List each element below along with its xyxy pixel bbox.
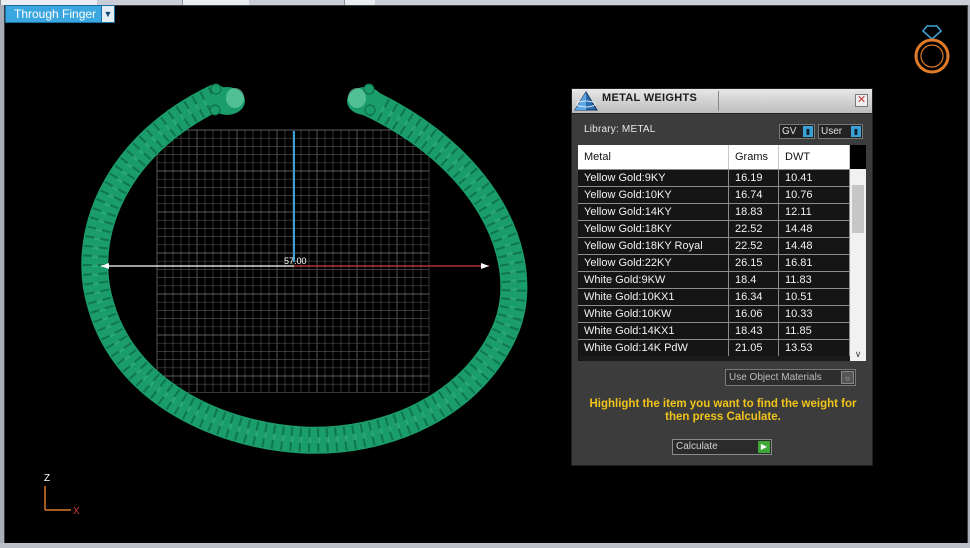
cell-metal: White Gold:9KW <box>578 272 729 288</box>
cell-dwt: 13.53 <box>779 340 850 356</box>
view-mode-label: Through Finger <box>14 7 97 21</box>
table-row[interactable]: Yellow Gold:14KY 18.83 12.11 <box>578 203 850 220</box>
scroll-down-arrow-icon[interactable]: ∨ <box>850 347 866 361</box>
chevron-down-icon[interactable]: ▼ <box>101 6 114 22</box>
cell-grams: 18.4 <box>729 272 779 288</box>
pyramid-logo-icon <box>574 91 598 111</box>
cell-metal: Yellow Gold:14KY <box>578 204 729 220</box>
dimension-label: 57.00 <box>284 256 307 266</box>
z-axis-label: Z <box>44 473 50 484</box>
table-row[interactable]: Yellow Gold:10KY 16.74 10.76 <box>578 186 850 203</box>
cell-grams: 22.52 <box>729 221 779 237</box>
dimension-arrow-right <box>481 263 489 269</box>
cell-metal: Yellow Gold:10KY <box>578 187 729 203</box>
table-row[interactable]: Yellow Gold:18KY Royal 22.52 14.48 <box>578 237 850 254</box>
toggle-switch-icon: ▮ <box>803 126 813 137</box>
metal-weights-table[interactable]: Metal Grams DWT Yellow Gold:9KY 16.19 10.4… <box>578 145 866 361</box>
panel-titlebar[interactable]: METAL WEIGHTS ✕ <box>572 89 872 114</box>
library-label: Library: METAL <box>584 124 656 135</box>
cell-metal: White Gold:14K PdW <box>578 340 729 356</box>
column-header-metal[interactable]: Metal <box>578 145 729 169</box>
user-toggle[interactable]: User ▮ <box>818 124 863 139</box>
cell-dwt: 14.48 <box>779 238 850 254</box>
bangle-end-cap-left <box>209 83 245 116</box>
cell-dwt: 10.33 <box>779 306 850 322</box>
cell-metal: White Gold:10KX1 <box>578 289 729 305</box>
close-icon[interactable]: ✕ <box>855 94 868 107</box>
cell-dwt: 10.76 <box>779 187 850 203</box>
cell-dwt: 12.11 <box>779 204 850 220</box>
cell-metal: Yellow Gold:18KY <box>578 221 729 237</box>
cell-metal: Yellow Gold:22KY <box>578 255 729 271</box>
cell-grams: 18.43 <box>729 323 779 339</box>
table-row[interactable]: White Gold:10KX1 16.34 10.51 <box>578 288 850 305</box>
cell-grams: 16.19 <box>729 170 779 186</box>
calculate-button[interactable]: Calculate ▶ <box>672 439 772 455</box>
table-body: Yellow Gold:9KY 16.19 10.41 Yellow Gold:10K… <box>578 169 850 356</box>
cell-dwt: 16.81 <box>779 255 850 271</box>
gv-toggle-label: GV <box>782 126 797 137</box>
panel-title: METAL WEIGHTS <box>602 92 698 104</box>
metal-weights-panel: METAL WEIGHTS ✕ Library: METAL GV ▮ User… <box>571 88 873 466</box>
cell-dwt: 10.51 <box>779 289 850 305</box>
table-row[interactable]: White Gold:9KW 18.4 11.83 <box>578 271 850 288</box>
user-toggle-label: User <box>821 126 843 137</box>
scrollbar-thumb[interactable] <box>852 185 864 233</box>
view-mode-dropdown[interactable]: Through Finger ▼ <box>5 5 115 23</box>
cell-metal: White Gold:14KX1 <box>578 323 729 339</box>
cell-dwt: 14.48 <box>779 221 850 237</box>
table-row[interactable]: White Gold:10KW 16.06 10.33 <box>578 305 850 322</box>
table-row[interactable]: Yellow Gold:18KY 22.52 14.48 <box>578 220 850 237</box>
cell-grams: 16.34 <box>729 289 779 305</box>
cell-dwt: 11.85 <box>779 323 850 339</box>
calculate-label: Calculate <box>676 441 718 452</box>
instruction-text: Highlight the item you want to find the … <box>589 398 857 423</box>
bangle-end-cap-right <box>347 83 383 116</box>
cell-grams: 16.74 <box>729 187 779 203</box>
table-row[interactable]: White Gold:14KX1 18.43 11.85 <box>578 322 850 339</box>
gv-toggle[interactable]: GV ▮ <box>779 124 815 139</box>
play-arrow-icon: ▶ <box>758 441 770 453</box>
table-header: Metal Grams DWT <box>578 145 866 169</box>
status-bar <box>0 543 970 548</box>
use-object-materials-label: Use Object Materials <box>729 372 822 383</box>
cell-grams: 26.15 <box>729 255 779 271</box>
column-header-dwt[interactable]: DWT <box>779 145 850 169</box>
toggle-switch-icon: ▮ <box>851 126 861 137</box>
use-object-materials-field[interactable]: Use Object Materials ○ <box>725 369 856 386</box>
table-row[interactable]: Yellow Gold:9KY 16.19 10.41 <box>578 169 850 186</box>
cell-grams: 22.52 <box>729 238 779 254</box>
cell-dwt: 10.41 <box>779 170 850 186</box>
titlebar-divider <box>718 91 719 111</box>
cell-grams: 18.83 <box>729 204 779 220</box>
table-scrollbar[interactable]: ∨ <box>850 169 866 361</box>
header-filler <box>850 145 866 169</box>
table-row[interactable]: Yellow Gold:22KY 26.15 16.81 <box>578 254 850 271</box>
toggle-circle-icon[interactable]: ○ <box>841 371 854 384</box>
cell-metal: White Gold:10KW <box>578 306 729 322</box>
ring-icon[interactable] <box>909 20 955 76</box>
cell-metal: Yellow Gold:18KY Royal <box>578 238 729 254</box>
x-axis-label: X <box>73 506 80 517</box>
cell-dwt: 11.83 <box>779 272 850 288</box>
column-header-grams[interactable]: Grams <box>729 145 779 169</box>
table-row[interactable]: White Gold:14K PdW 21.05 13.53 <box>578 339 850 356</box>
axis-gizmo: Z X <box>44 473 80 517</box>
cell-metal: Yellow Gold:9KY <box>578 170 729 186</box>
cell-grams: 16.06 <box>729 306 779 322</box>
cell-grams: 21.05 <box>729 340 779 356</box>
